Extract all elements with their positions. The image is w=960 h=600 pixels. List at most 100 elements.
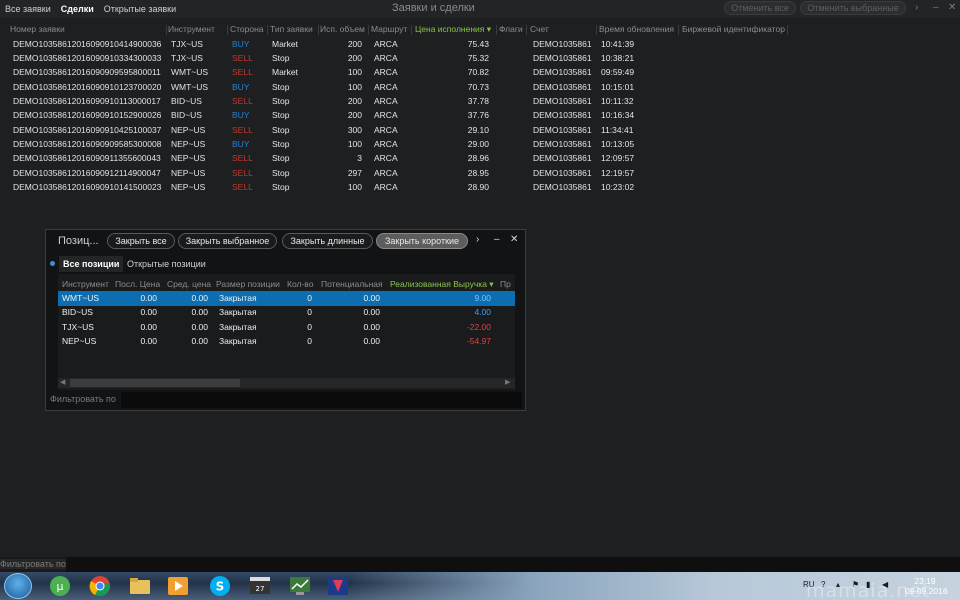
- order-number-cell: DEMO10358612016090911355600043: [13, 153, 161, 164]
- filled-volume-cell: 100: [347, 182, 362, 192]
- update-time-cell: 11:34:41: [601, 124, 634, 135]
- table-row[interactable]: DEMO10358612016090910334300033 TJX~US SELL…: [0, 51, 960, 65]
- order-number-cell: DEMO10358612016090909585300008: [13, 138, 162, 149]
- last-price-cell: 0.00: [140, 321, 157, 332]
- table-row[interactable]: TJX~US 0.00 0.00 Закрытая 0 0.00 -22.00: [58, 320, 515, 335]
- minimize-icon[interactable]: –: [494, 234, 500, 245]
- table-row[interactable]: DEMO10358612016090910141500023 NEP~US SELL…: [0, 180, 960, 194]
- positions-filter-input[interactable]: [121, 392, 522, 408]
- header-instrument[interactable]: Инструмент: [168, 22, 215, 36]
- header-filled-volume[interactable]: Исп. объем: [320, 22, 365, 36]
- chevron-right-icon[interactable]: ›: [476, 234, 479, 245]
- order-type-cell: Stop: [272, 182, 290, 192]
- header-order-number[interactable]: Номер заявки: [10, 22, 65, 36]
- header-quantity[interactable]: Кол-во: [287, 277, 313, 291]
- fill-price-cell: 75.43: [467, 38, 489, 49]
- chrome-icon[interactable]: [84, 574, 116, 598]
- tab-open-positions[interactable]: Открытые позиции: [123, 256, 210, 272]
- tab-trades[interactable]: Сделки: [56, 4, 99, 14]
- route-cell: ARCA: [374, 153, 398, 164]
- table-row[interactable]: WMT~US 0.00 0.00 Закрытая 0 0.00 9.00: [58, 291, 515, 306]
- instrument-cell: NEP~US: [171, 153, 206, 164]
- scroll-right-icon[interactable]: ▶: [505, 378, 510, 388]
- side-cell: SELL: [232, 95, 253, 106]
- header-route[interactable]: Маршрут: [371, 22, 407, 36]
- order-type-cell: Market: [272, 67, 298, 78]
- platform-icon[interactable]: [322, 574, 354, 598]
- header-potential[interactable]: Потенциальная: [321, 277, 383, 291]
- update-time-cell: 10:38:21: [601, 52, 635, 63]
- filled-volume-cell: 200: [347, 52, 362, 63]
- avg-price-cell: 0.00: [191, 293, 208, 303]
- window-title: Заявки и сделки: [392, 2, 475, 14]
- scroll-left-icon[interactable]: ◀: [60, 378, 65, 388]
- header-position-size[interactable]: Размер позиции: [216, 277, 280, 291]
- close-all-button[interactable]: Закрыть все: [107, 233, 175, 249]
- table-row[interactable]: DEMO10358612016090912114900047 NEP~US SELL…: [0, 166, 960, 180]
- header-account[interactable]: Счет: [530, 22, 549, 36]
- close-icon[interactable]: ✕: [948, 2, 956, 13]
- close-short-button[interactable]: Закрыть короткие: [376, 233, 468, 249]
- fill-price-cell: 28.96: [467, 153, 489, 164]
- table-row[interactable]: DEMO10358612016090909585300008 NEP~US BUY S…: [0, 137, 960, 151]
- account-cell: DEMO1035861: [533, 153, 592, 164]
- tab-open-orders[interactable]: Открытые заявки: [99, 4, 181, 14]
- close-selected-button[interactable]: Закрыть выбранное: [178, 233, 277, 249]
- table-row[interactable]: DEMO10358612016090910414900036 TJX~US BUY M…: [0, 37, 960, 51]
- route-cell: ARCA: [374, 67, 398, 78]
- header-order-type[interactable]: Тип заявки: [270, 22, 313, 36]
- close-long-button[interactable]: Закрыть длинные: [282, 233, 373, 249]
- cancel-selected-button[interactable]: Отменить выбранные: [800, 1, 906, 15]
- bottom-filter-input[interactable]: [66, 557, 960, 572]
- instrument-cell: WMT~US: [171, 67, 209, 78]
- video-editor-icon[interactable]: 27: [244, 574, 276, 598]
- fill-price-cell: 29.00: [467, 138, 489, 149]
- header-extra[interactable]: Пр: [500, 277, 511, 291]
- table-row[interactable]: DEMO10358612016090910123700020 WMT~US BUY S…: [0, 80, 960, 94]
- minimize-icon[interactable]: –: [933, 2, 939, 13]
- header-exchange-id[interactable]: Биржевой идентификатор: [682, 22, 785, 36]
- table-row[interactable]: DEMO10358612016090910425100037 NEP~US SELL…: [0, 123, 960, 137]
- trading-terminal-icon[interactable]: [284, 574, 316, 598]
- fill-price-cell: 70.82: [467, 67, 489, 78]
- header-realized-revenue[interactable]: Реализованная Выручка ▾: [390, 277, 494, 291]
- order-type-cell: Market: [272, 38, 298, 49]
- torrent-app-icon[interactable]: µ: [44, 574, 76, 598]
- header-update-time[interactable]: Время обновления: [599, 22, 674, 36]
- table-row[interactable]: DEMO10358612016090910152900026 BID~US BUY S…: [0, 108, 960, 122]
- table-row[interactable]: NEP~US 0.00 0.00 Закрытая 0 0.00 -54.97: [58, 334, 515, 349]
- folder-icon[interactable]: [124, 574, 156, 598]
- tab-all-orders[interactable]: Все заявки: [0, 4, 56, 14]
- positions-header-row: Инструмент Посл. Цена Сред. цена Размер …: [58, 277, 515, 292]
- account-cell: DEMO1035861: [533, 124, 592, 135]
- fill-price-cell: 37.78: [467, 95, 489, 106]
- header-flags[interactable]: Флаги: [499, 22, 523, 36]
- chevron-right-icon[interactable]: ›: [915, 2, 918, 13]
- table-row[interactable]: BID~US 0.00 0.00 Закрытая 0 0.00 4.00: [58, 305, 515, 320]
- fill-price-cell: 75.32: [467, 52, 489, 63]
- header-fill-price[interactable]: Цена исполнения ▾: [415, 22, 491, 36]
- media-player-icon[interactable]: [162, 574, 194, 598]
- table-row[interactable]: DEMO10358612016090909595800011 WMT~US SELL…: [0, 65, 960, 79]
- scrollbar-thumb[interactable]: [70, 379, 240, 387]
- route-cell: ARCA: [374, 124, 398, 135]
- horizontal-scrollbar[interactable]: ◀ ▶: [58, 378, 515, 388]
- header-instrument[interactable]: Инструмент: [62, 277, 109, 291]
- tab-all-positions[interactable]: Все позиции: [59, 256, 124, 272]
- skype-icon[interactable]: S: [204, 574, 236, 598]
- svg-text:27: 27: [256, 585, 265, 593]
- table-row[interactable]: DEMO10358612016090910113000017 BID~US SELL…: [0, 94, 960, 108]
- positions-panel: Позиц... Закрыть все Закрыть выбранное З…: [45, 229, 526, 411]
- header-avg-price[interactable]: Сред. цена: [167, 277, 211, 291]
- order-type-cell: Stop: [272, 167, 290, 178]
- header-side[interactable]: Сторона: [230, 22, 264, 36]
- table-row[interactable]: DEMO10358612016090911355600043 NEP~US SELL…: [0, 151, 960, 165]
- filled-volume-cell: 297: [347, 167, 362, 178]
- start-button[interactable]: [4, 573, 32, 599]
- cancel-all-button[interactable]: Отменить все: [724, 1, 796, 15]
- order-number-cell: DEMO10358612016090910334300033: [13, 52, 162, 63]
- close-icon[interactable]: ✕: [510, 234, 518, 245]
- account-cell: DEMO1035861: [533, 167, 592, 178]
- header-last-price[interactable]: Посл. Цена: [115, 277, 160, 291]
- filled-volume-cell: 200: [347, 95, 362, 106]
